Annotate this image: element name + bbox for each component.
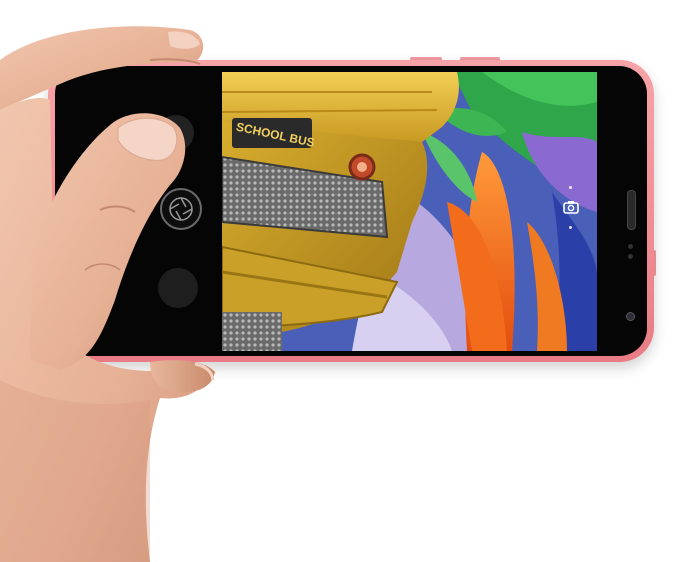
circle-outline-icon[interactable] — [71, 202, 87, 218]
camera-switch-icon[interactable] — [562, 198, 580, 216]
proximity-sensor — [628, 244, 633, 249]
front-camera — [626, 312, 635, 321]
indicator-dot — [569, 226, 572, 229]
product-photo-scene: SCHOOL BUS — [0, 0, 680, 562]
light-sensor — [628, 254, 633, 259]
indicator-dot — [569, 186, 572, 189]
earpiece-speaker — [627, 190, 636, 230]
camera-viewfinder[interactable]: SCHOOL BUS — [222, 72, 597, 351]
gallery-thumbnail-icon[interactable] — [158, 115, 194, 151]
viewfinder-image: SCHOOL BUS — [222, 72, 597, 351]
filter-icon[interactable] — [158, 268, 198, 308]
shutter-button[interactable] — [160, 188, 202, 230]
aperture-icon — [169, 197, 193, 221]
